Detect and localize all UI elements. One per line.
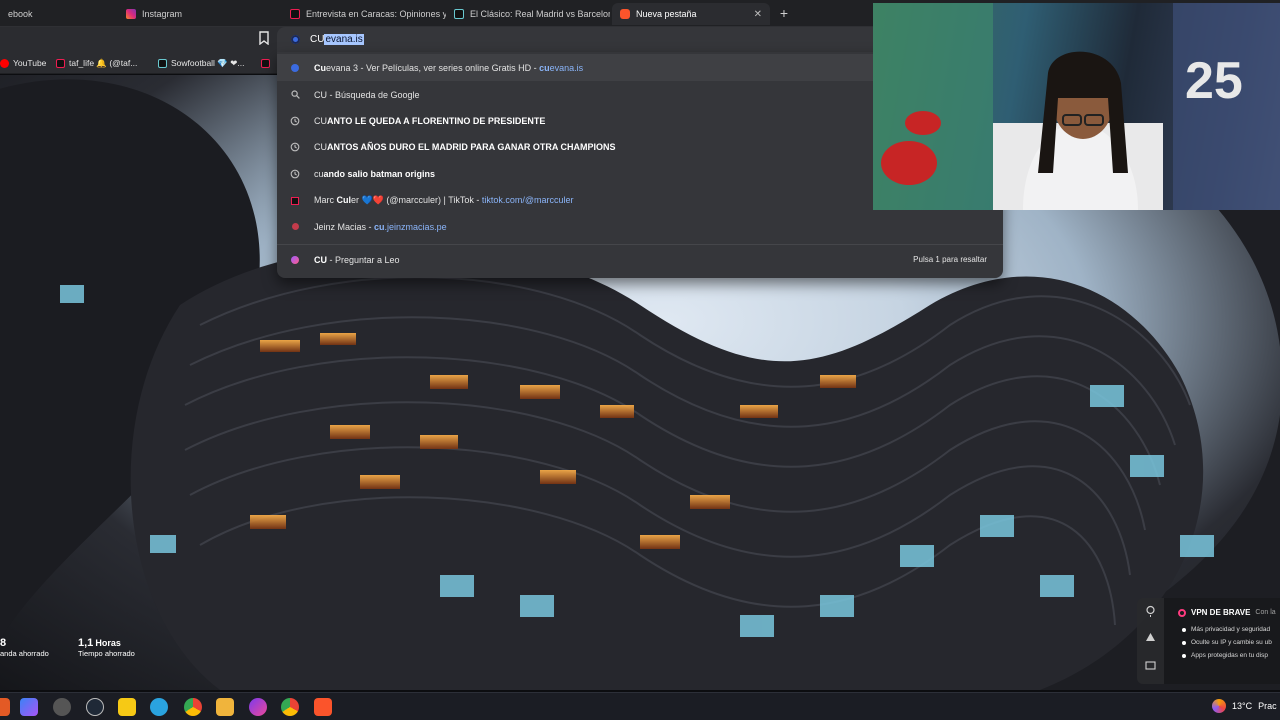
vpn-icon xyxy=(1178,608,1186,617)
obs-icon[interactable] xyxy=(86,698,104,716)
vpn-widget[interactable]: VPN DE BRAVE Con la Más privacidad y seg… xyxy=(1164,598,1280,684)
webcam-overlay: 25 xyxy=(873,3,1280,210)
brave-icon[interactable] xyxy=(314,698,332,716)
brave-icon xyxy=(620,9,630,19)
tab-title: ebook xyxy=(8,9,33,19)
tiktok-icon xyxy=(454,9,464,19)
tiktok-icon xyxy=(261,58,270,68)
history-icon xyxy=(290,116,300,126)
temperature: 13°C xyxy=(1232,701,1253,711)
tiktok-icon xyxy=(158,58,167,68)
search-icon xyxy=(290,90,300,100)
suggestion-text: CU - Preguntar a Leo xyxy=(314,254,400,265)
app-icon[interactable] xyxy=(0,698,10,716)
stat-bandwidth-saved: 8 anda ahorrado xyxy=(0,637,49,658)
history-icon xyxy=(290,169,300,179)
streamer-camera-image: 25 xyxy=(873,3,1280,210)
suggestion-text: Cuevana 3 - Ver Películas, ver series on… xyxy=(314,62,584,73)
widget-rail xyxy=(1137,598,1164,684)
tab-title: El Clásico: Real Madrid vs Barcelona xyxy=(470,9,610,19)
copilot-icon[interactable] xyxy=(20,698,38,716)
tiktok-icon xyxy=(290,9,300,19)
suggestion-text: cuando salio batman origins xyxy=(314,168,436,179)
bookmark-youtube[interactable]: YouTube xyxy=(0,56,46,70)
stat-value: 1,1 xyxy=(78,637,94,649)
chrome-icon[interactable] xyxy=(281,698,299,716)
tab-el-clasico[interactable]: El Clásico: Real Madrid vs Barcelona xyxy=(446,3,610,25)
warning-icon[interactable] xyxy=(1146,633,1155,641)
bookmark-sowfootball[interactable]: Sowfootball 💎 ❤... xyxy=(158,56,244,70)
bookmark-tiktok[interactable] xyxy=(261,56,270,70)
tab-title: Entrevista en Caracas: Opiniones y P xyxy=(306,9,446,19)
telegram-icon[interactable] xyxy=(150,698,168,716)
vpn-feature: Oculte su IP y cambie su ub xyxy=(1182,639,1272,646)
sticky-notes-icon[interactable] xyxy=(118,698,136,716)
instagram-icon xyxy=(126,9,136,19)
tiktok-icon xyxy=(290,196,300,206)
svg-text:25: 25 xyxy=(1185,52,1243,110)
suggestion-text: CU - Búsqueda de Google xyxy=(314,89,420,100)
divider xyxy=(277,244,1003,245)
leo-icon xyxy=(290,255,300,265)
bookmark-taf-life[interactable]: taf_life 🔔 (@taf... xyxy=(56,56,137,70)
autocomplete-selection: evana.is xyxy=(324,34,364,45)
tab-nueva-pestana[interactable]: Nueva pestaña ✕ xyxy=(612,3,770,25)
suggestion-item[interactable]: CU - Preguntar a Leo Pulsa 1 para resalt… xyxy=(277,246,1003,273)
vpn-tag: Con la xyxy=(1255,609,1276,616)
stat-caption: Tiempo ahorrado xyxy=(78,649,135,658)
address-input[interactable]: CUevana.is xyxy=(310,34,364,45)
bookmark-label: taf_life 🔔 (@taf... xyxy=(69,57,138,68)
site-icon xyxy=(290,222,300,232)
bookmark-icon[interactable] xyxy=(258,31,270,45)
vpn-title: VPN DE BRAVE Con la xyxy=(1178,608,1276,617)
weather-icon xyxy=(1212,699,1226,713)
tab-entrevista-caracas[interactable]: Entrevista en Caracas: Opiniones y P xyxy=(282,3,446,25)
location-icon[interactable] xyxy=(1146,605,1155,618)
stat-time-saved: 1,1 Horas Tiempo ahorrado xyxy=(78,637,135,658)
brave-search-icon xyxy=(291,35,300,44)
keyboard-hint: Pulsa 1 para resaltar xyxy=(913,255,987,264)
youtube-icon xyxy=(0,58,9,68)
weather-text: Prac xyxy=(1258,701,1277,711)
tiktok-icon xyxy=(56,58,65,68)
close-icon[interactable]: ✕ xyxy=(754,9,762,20)
file-explorer-icon[interactable] xyxy=(216,698,234,716)
chrome-icon[interactable] xyxy=(184,698,202,716)
taskbar xyxy=(0,692,1280,720)
card-icon[interactable] xyxy=(1145,661,1156,670)
stat-unit: Horas xyxy=(95,638,121,648)
vpn-feature: Más privacidad y seguridad xyxy=(1181,626,1271,633)
stat-caption: anda ahorrado xyxy=(0,649,49,658)
typed-text: CU xyxy=(310,34,325,45)
bookmark-label: YouTube xyxy=(13,58,47,68)
tab-title: Instagram xyxy=(142,9,183,19)
vpn-feature: Apps protegidas en tu disp xyxy=(1182,652,1268,659)
stat-value: 8 xyxy=(0,637,7,649)
suggestion-text: CUANTO LE QUEDA A FLORENTINO DE PRESIDEN… xyxy=(314,115,546,126)
tab-instagram[interactable]: Instagram xyxy=(118,3,282,25)
suggestion-item[interactable]: Jeinz Macias - cu.jeinzmacias.pe xyxy=(277,213,1003,240)
new-tab-button[interactable]: + xyxy=(777,4,791,22)
suggestion-text: Marc Culer 💙❤️ (@marcculer) | TikTok - t… xyxy=(314,195,574,205)
bookmark-label: Sowfootball 💎 ❤... xyxy=(171,57,245,68)
brave-search-icon xyxy=(290,63,300,73)
suggestion-text: Jeinz Macias - cu.jeinzmacias.pe xyxy=(314,221,447,232)
settings-icon[interactable] xyxy=(53,698,71,716)
tab-facebook[interactable]: ebook xyxy=(0,3,118,25)
system-tray[interactable]: 13°C Prac xyxy=(1212,697,1277,715)
tab-title: Nueva pestaña xyxy=(636,9,697,19)
app-icon[interactable] xyxy=(249,698,267,716)
suggestion-text: CUANTOS AÑOS DURO EL MADRID PARA GANAR O… xyxy=(314,141,616,152)
history-icon xyxy=(290,142,300,152)
